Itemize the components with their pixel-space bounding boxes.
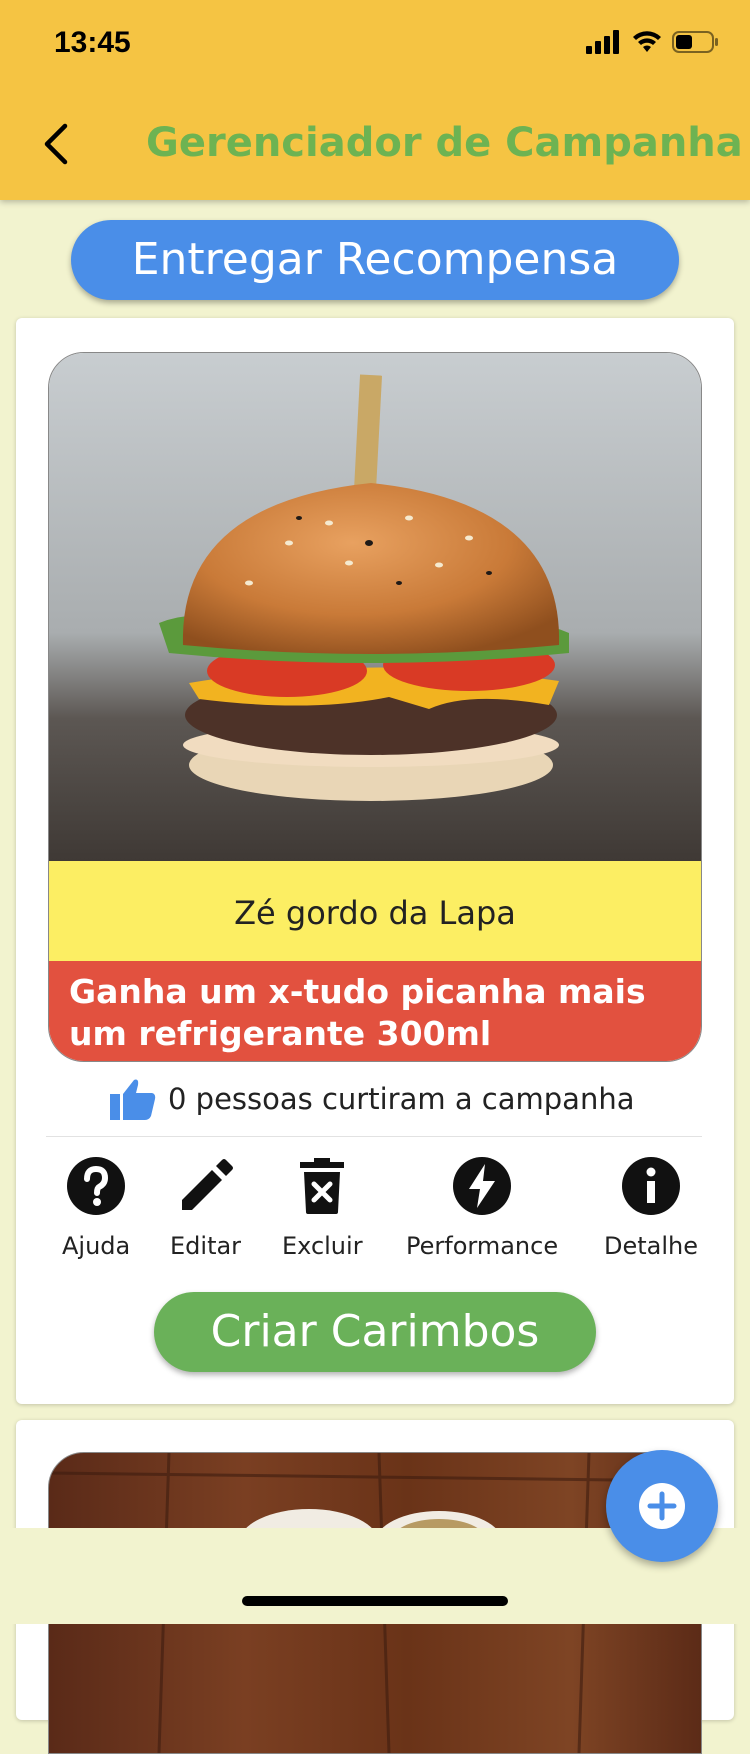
back-button[interactable] <box>28 114 84 174</box>
likes-text: 0 pessoas curtiram a campanha <box>168 1082 635 1116</box>
delete-action[interactable]: Excluir <box>282 1154 363 1260</box>
bolt-icon <box>450 1154 514 1218</box>
status-icons <box>586 30 720 54</box>
chevron-left-icon <box>44 123 68 165</box>
add-campaign-fab[interactable] <box>606 1450 718 1562</box>
signal-icon <box>586 30 619 54</box>
campaign-name: Zé gordo da Lapa <box>49 861 701 961</box>
app-bar: 13:45 Gerenciador de Campanha <box>0 0 750 200</box>
pencil-icon <box>174 1154 238 1218</box>
edit-label: Editar <box>170 1232 242 1260</box>
detail-label: Detalhe <box>604 1232 699 1260</box>
edit-action[interactable]: Editar <box>170 1154 241 1260</box>
performance-label: Performance <box>406 1232 559 1260</box>
info-icon <box>619 1154 683 1218</box>
trash-icon <box>290 1154 354 1218</box>
campaign-media[interactable]: Zé gordo da Lapa Ganha um x-tudo picanha… <box>48 352 702 1062</box>
wifi-icon <box>633 31 661 52</box>
help-action[interactable]: Ajuda <box>62 1154 130 1260</box>
performance-action[interactable]: Performance <box>406 1154 558 1260</box>
page-title: Gerenciador de Campanha <box>146 120 743 166</box>
thumbs-up-icon <box>110 1079 156 1120</box>
battery-icon <box>672 31 718 53</box>
home-indicator[interactable] <box>242 1596 508 1606</box>
divider <box>46 1136 702 1137</box>
status-time: 13:45 <box>54 26 131 59</box>
create-stamps-button[interactable]: Criar Carimbos <box>154 1292 596 1372</box>
likes-row: 0 pessoas curtiram a campanha <box>110 1076 634 1122</box>
detail-action[interactable]: Detalhe <box>604 1154 698 1260</box>
deliver-reward-button[interactable]: Entregar Recompensa <box>71 220 679 300</box>
plus-icon <box>639 1483 685 1529</box>
campaign-reward: Ganha um x-tudo picanha mais um refriger… <box>49 961 701 1061</box>
help-icon <box>64 1154 128 1218</box>
delete-label: Excluir <box>282 1232 363 1260</box>
help-label: Ajuda <box>62 1232 131 1260</box>
campaign-image <box>49 353 701 861</box>
